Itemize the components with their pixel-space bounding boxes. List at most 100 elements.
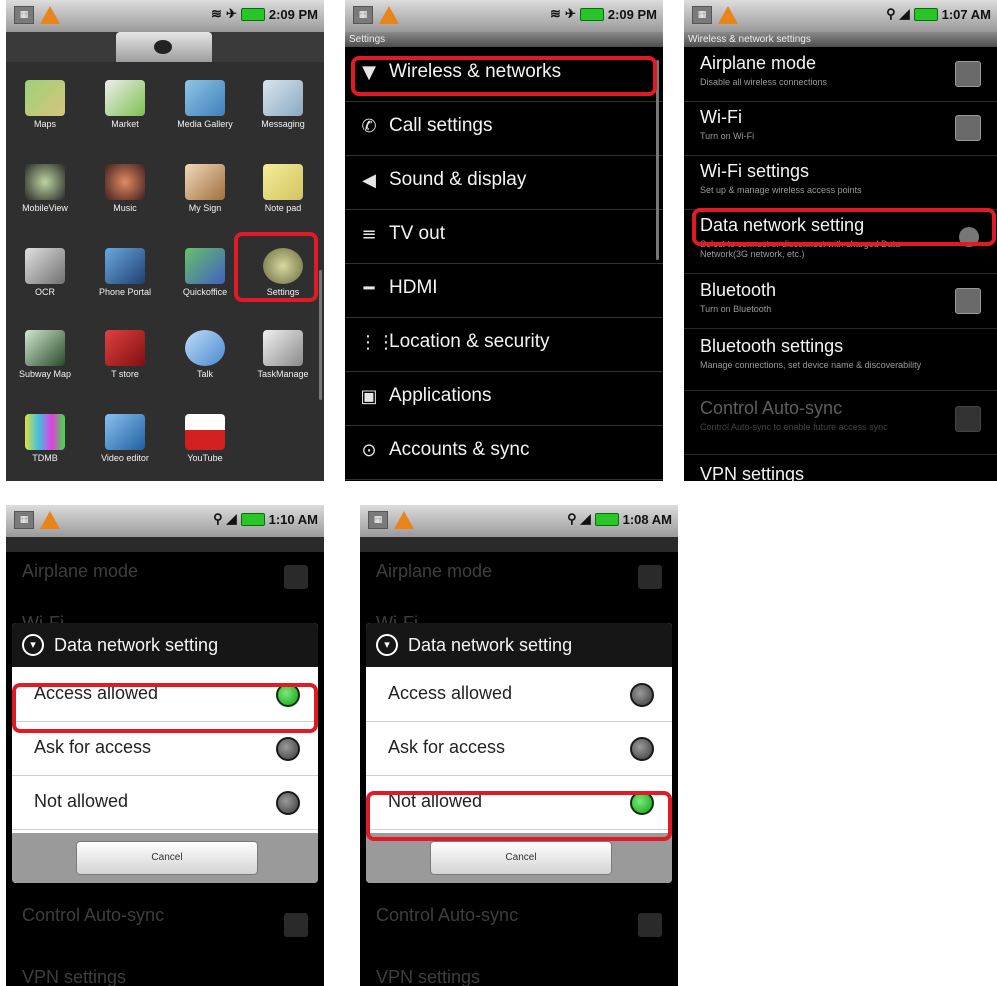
screen-title: Settings	[345, 32, 663, 47]
clock: 1:08 AM	[622, 511, 672, 527]
settings-item-hdmi[interactable]: ━ HDMI	[345, 263, 663, 318]
subway-map-icon	[25, 330, 65, 366]
radio-button[interactable]	[276, 737, 300, 761]
radio-button[interactable]	[630, 683, 654, 707]
pref-bluetooth-settings[interactable]: Bluetooth settings Manage connections, se…	[684, 330, 997, 391]
app-drawer-screen: ▦ ≋ ✈ 2:09 PM Maps Market Media Gallery Me…	[6, 0, 324, 481]
grid-icon: ⋮⋮	[359, 332, 395, 353]
taskmanage-icon	[263, 330, 303, 366]
data-network-dialog-screen-allowed: ▦ ⚲◢1:10 AM Airplane mode Wi-Fi Control …	[6, 505, 324, 986]
tdmb-icon	[25, 414, 65, 450]
settings-item-label: Location & security	[389, 331, 550, 352]
messaging-icon	[263, 80, 303, 116]
pref-airplane-mode[interactable]: Airplane mode Disable all wireless connec…	[684, 47, 997, 102]
highlight-not-allowed	[366, 791, 672, 841]
radio-button[interactable]	[630, 737, 654, 761]
app-ocr[interactable]: OCR	[6, 248, 84, 297]
pref-wifi[interactable]: Wi-Fi Turn on Wi-Fi	[684, 101, 997, 156]
option-not-allowed[interactable]: Not allowed	[12, 775, 318, 830]
t-store-icon	[105, 330, 145, 366]
app-quickoffice[interactable]: Quickoffice	[166, 248, 244, 297]
cancel-button[interactable]: Cancel	[430, 841, 612, 875]
dialog-title: Data network setting	[54, 635, 219, 655]
status-bar: ▦ ⚲ ◢ 1:08 AM	[360, 505, 678, 537]
settings-item-applications[interactable]: ▣ Applications	[345, 371, 663, 426]
pref-bluetooth[interactable]: Bluetooth Turn on Bluetooth	[684, 274, 997, 329]
hdmi-icon: ━	[363, 278, 375, 299]
pref-summary: Turn on Bluetooth	[700, 304, 772, 314]
pref-summary: Manage connections, set device name & di…	[700, 360, 922, 370]
clock: 2:09 PM	[268, 6, 318, 22]
my-sign-icon	[185, 164, 225, 200]
signal-icon: ◢	[226, 511, 237, 526]
market-icon	[105, 80, 145, 116]
gallery-icon	[185, 80, 225, 116]
pref-title: Wi-Fi settings	[700, 161, 810, 181]
scrollbar[interactable]	[319, 270, 322, 400]
pref-summary: Control Auto-sync to enable future acces…	[700, 422, 888, 432]
settings-item-location[interactable]: ⋮⋮ Location & security	[345, 317, 663, 372]
phone-portal-icon	[105, 248, 145, 284]
checkbox[interactable]	[955, 61, 981, 87]
drawer-handle[interactable]	[116, 32, 212, 62]
video-editor-icon	[105, 414, 145, 450]
app-music[interactable]: Music	[86, 164, 164, 213]
option-ask-for-access[interactable]: Ask for access	[366, 721, 672, 776]
app-label: Subway Map	[18, 369, 72, 379]
option-access-allowed[interactable]: Access allowed	[366, 667, 672, 722]
bg-checkbox	[284, 913, 308, 937]
checkbox[interactable]	[955, 115, 981, 141]
app-tdmb[interactable]: TDMB	[6, 414, 84, 463]
app-talk[interactable]: Talk	[166, 330, 244, 379]
app-market[interactable]: Market	[86, 80, 164, 129]
app-t-store[interactable]: T store	[86, 330, 164, 379]
option-label: Not allowed	[34, 791, 129, 811]
pref-wifi-settings[interactable]: Wi-Fi settings Set up & manage wireless a…	[684, 155, 997, 210]
app-label: My Sign	[188, 203, 222, 213]
tv-out-icon: ≡	[361, 224, 377, 245]
settings-item-tv-out[interactable]: ≡ TV out	[345, 209, 663, 264]
app-my-sign[interactable]: My Sign	[166, 164, 244, 213]
pref-title: Wi-Fi	[700, 107, 742, 127]
dropdown-circle-icon: ▾	[22, 634, 44, 656]
battery-icon	[240, 7, 265, 21]
app-media-gallery[interactable]: Media Gallery	[166, 80, 244, 129]
radio-button[interactable]	[276, 791, 300, 815]
battery-icon	[240, 512, 265, 526]
app-label: Messaging	[261, 119, 305, 129]
sim-icon: ▦	[14, 6, 34, 24]
app-video-editor[interactable]: Video editor	[86, 414, 164, 463]
pref-summary: Disable all wireless connections	[700, 77, 828, 87]
app-taskmanage[interactable]: TaskManage	[244, 330, 322, 379]
settings-item-sound[interactable]: ◀ Sound & display	[345, 155, 663, 210]
settings-item-label: Call settings	[389, 115, 493, 136]
sim-icon: ▦	[368, 511, 388, 529]
signal-icon: ◢	[580, 511, 591, 526]
app-maps[interactable]: Maps	[6, 80, 84, 129]
checkbox[interactable]	[955, 288, 981, 314]
quickoffice-icon	[185, 248, 225, 284]
app-note-pad[interactable]: Note pad	[244, 164, 322, 213]
applications-icon: ▣	[360, 386, 378, 407]
cancel-button[interactable]: Cancel	[76, 841, 258, 875]
app-messaging[interactable]: Messaging	[244, 80, 322, 129]
warning-icon	[394, 511, 414, 529]
sync-icon: ⊙	[361, 440, 377, 461]
app-subway-map[interactable]: Subway Map	[6, 330, 84, 379]
bg-pref-autosync: Control Auto-sync	[22, 905, 165, 925]
settings-item-call[interactable]: ✆ Call settings	[345, 101, 663, 156]
battery-icon	[579, 7, 604, 21]
app-mobileview[interactable]: MobileView	[6, 164, 84, 213]
settings-item-accounts[interactable]: ⊙ Accounts & sync	[345, 425, 663, 480]
status-bar: ▦ ≋ ✈ 2:09 PM	[6, 0, 324, 32]
app-youtube[interactable]: YouTube	[166, 414, 244, 463]
app-phone-portal[interactable]: Phone Portal	[86, 248, 164, 297]
usb-icon: ⚲	[213, 511, 223, 526]
pref-title: Bluetooth	[700, 280, 777, 300]
warning-icon	[718, 6, 738, 24]
battery-icon	[913, 7, 938, 21]
phone-icon: ✆	[361, 116, 377, 137]
pref-vpn-settings[interactable]: VPN settings	[684, 458, 997, 481]
settings-item-label: TV out	[389, 223, 445, 244]
pref-title: Bluetooth settings	[700, 336, 844, 356]
